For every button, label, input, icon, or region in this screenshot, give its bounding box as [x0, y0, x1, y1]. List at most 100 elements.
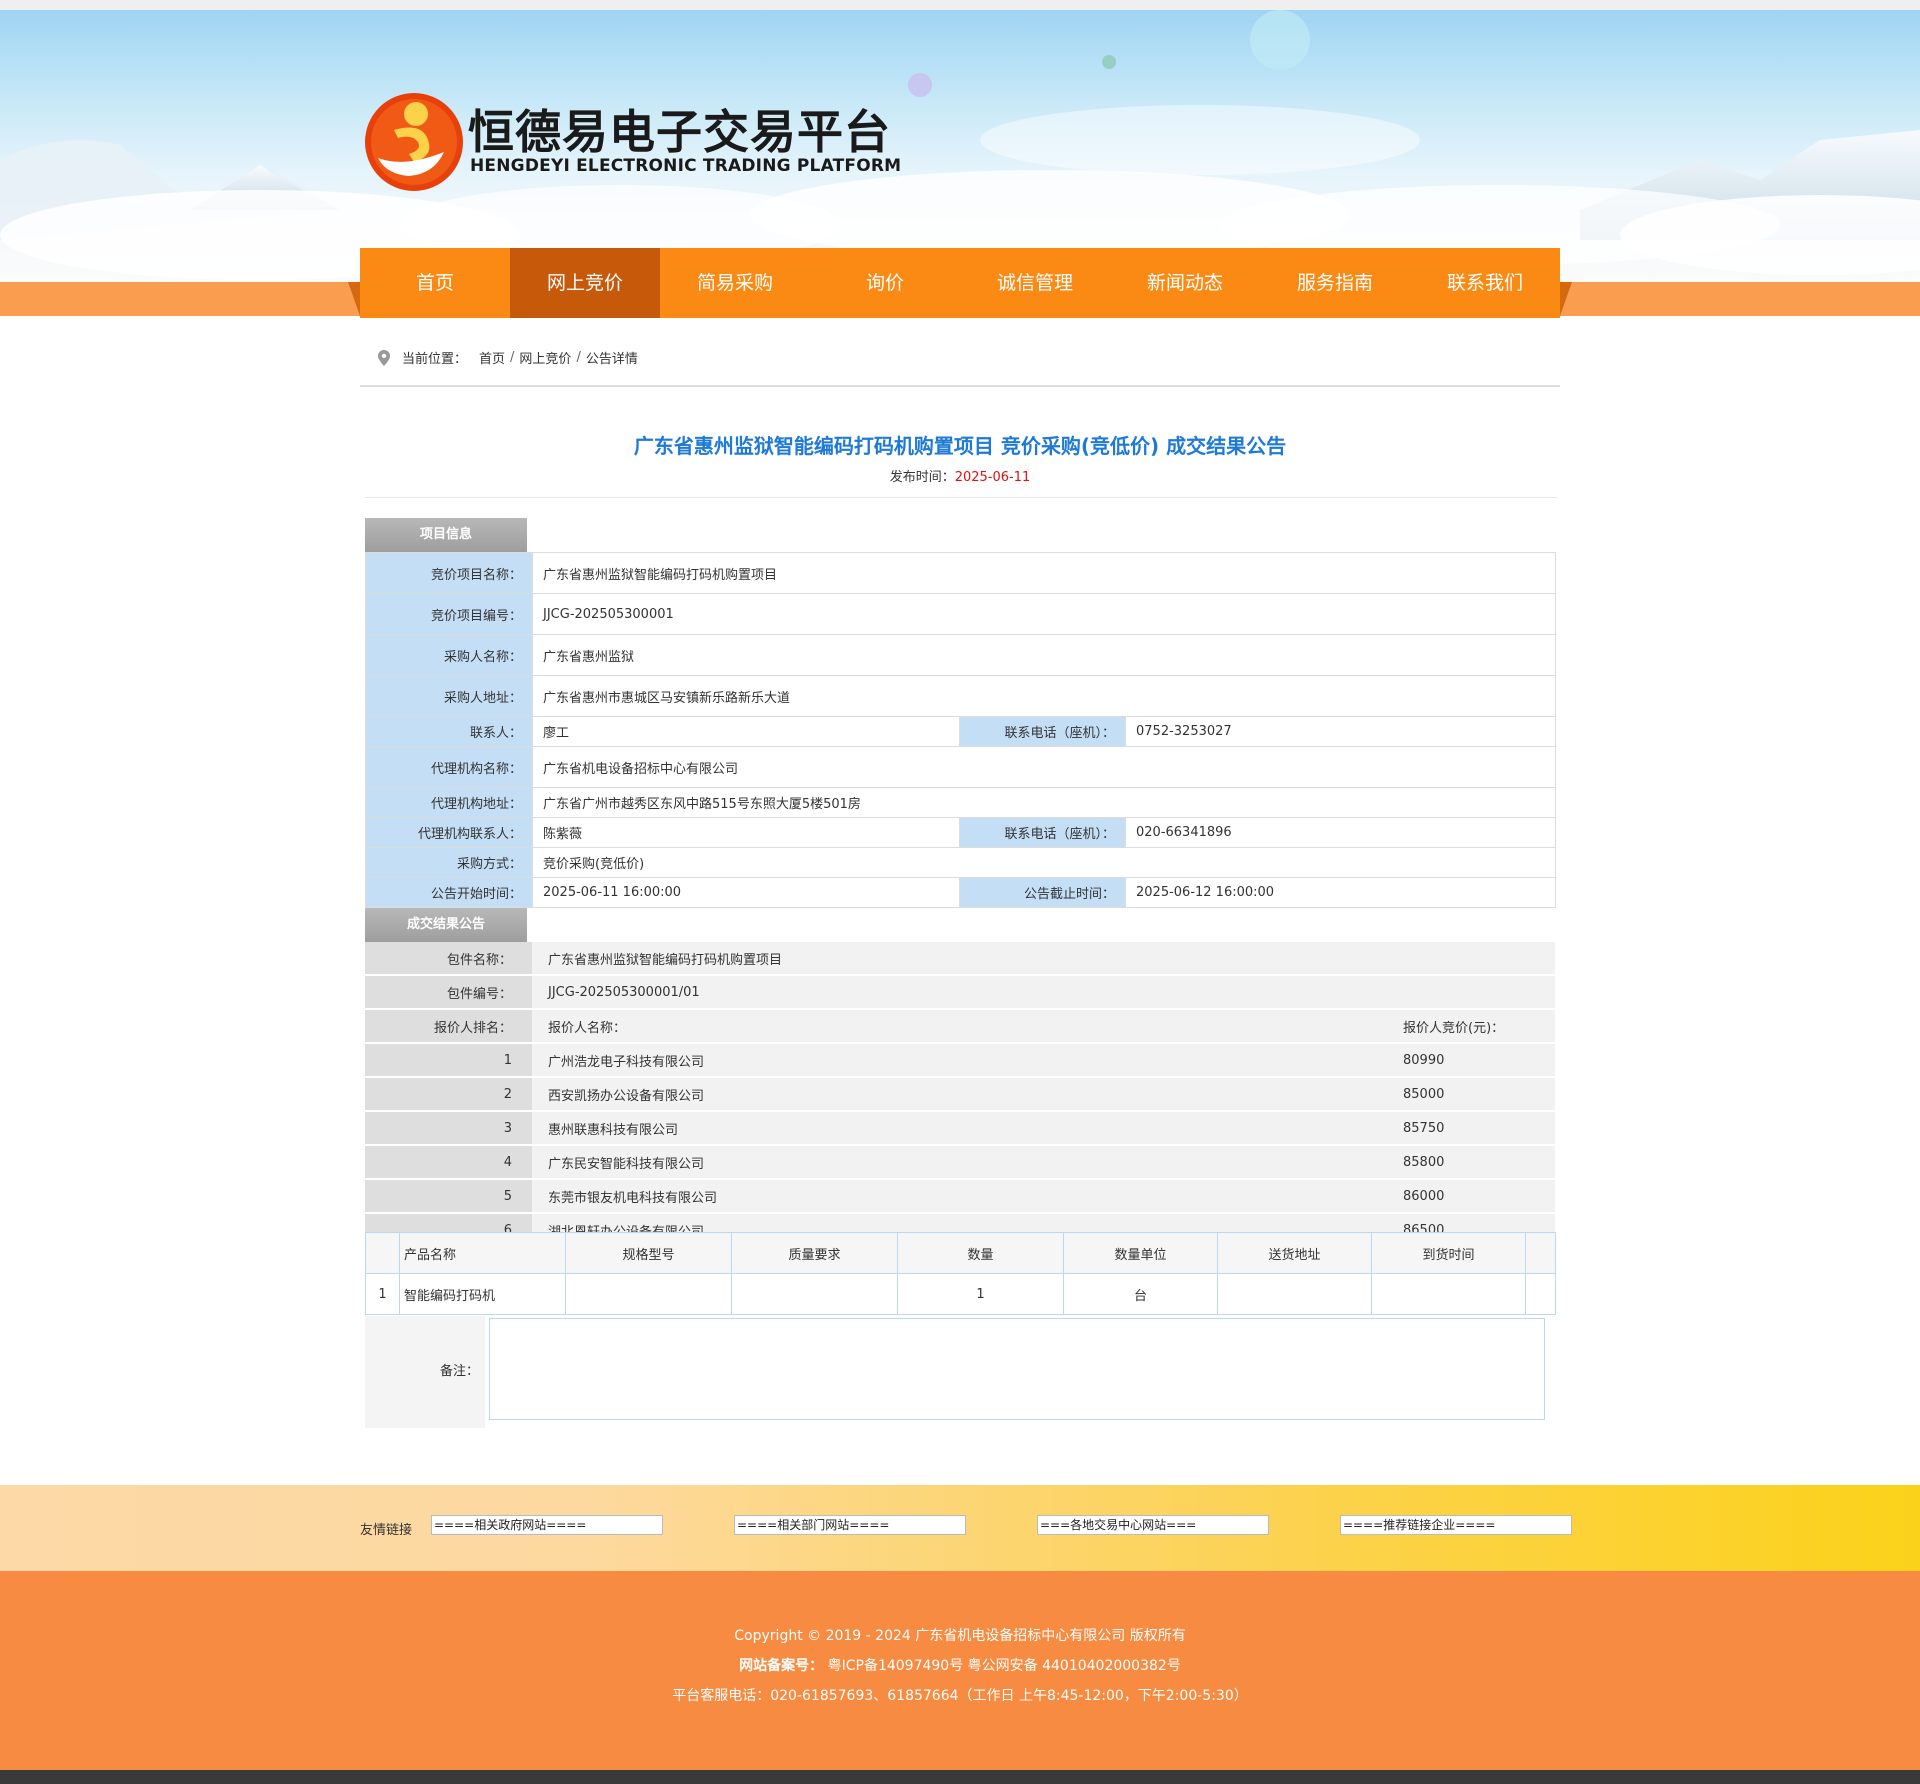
product-spec	[565, 1273, 732, 1315]
bidder-rank: 4	[365, 1145, 532, 1180]
publish-date: 2025-06-11	[954, 470, 1031, 485]
bidder-name: 广州浩龙电子科技有限公司	[532, 1043, 1387, 1078]
agency-address-label: 代理机构地址：	[365, 787, 533, 818]
product-name-header: 产品名称	[399, 1232, 566, 1274]
breadcrumb-online-bidding[interactable]: 网上竞价	[519, 348, 571, 367]
main-nav: 首页 网上竞价 简易采购 询价 诚信管理 新闻动态 服务指南 联系我们	[360, 248, 1560, 318]
product-address	[1217, 1273, 1372, 1315]
friendly-links: 友情链接 ====相关政府网站==== ====相关部门网站==== ===各地…	[0, 1485, 1920, 1571]
nav-item-inquiry[interactable]: 询价	[810, 248, 960, 318]
product-name: 智能编码打码机	[399, 1273, 566, 1315]
site-name-cn: 恒德易电子交易平台	[468, 105, 891, 159]
contact-label: 联系人：	[365, 716, 533, 747]
nav-item-contact[interactable]: 联系我们	[1410, 248, 1560, 318]
project-name: 广东省惠州监狱智能编码打码机购置项目	[531, 552, 1557, 594]
notice-end-label: 公告截止时间：	[959, 877, 1126, 908]
department-sites-select[interactable]: ====相关部门网站====	[734, 1515, 966, 1535]
result-tab: 成交结果公告	[365, 908, 527, 942]
product-index: 1	[365, 1273, 400, 1315]
product-address-header: 送货地址	[1217, 1232, 1372, 1274]
breadcrumb-separator: /	[576, 350, 581, 365]
footer-icp: 网站备案号： 粤ICP备14097490号 粤公网安备 440104020003…	[0, 1655, 1920, 1675]
title-divider	[365, 497, 1557, 498]
table-row: 3 惠州联惠科技有限公司 85750	[365, 1111, 1556, 1146]
contact-person: 廖工	[532, 716, 960, 747]
contact-phone: 0752-3253027	[1124, 716, 1557, 747]
nav-wing-right	[1560, 282, 1572, 316]
agency-contact-label: 代理机构联系人：	[365, 817, 533, 848]
bidder-name: 广东民安智能科技有限公司	[532, 1145, 1387, 1180]
rank-header: 报价人排名：	[365, 1009, 532, 1044]
remark-label-cell: 备注：	[365, 1316, 485, 1428]
bidder-name: 西安凯扬办公设备有限公司	[532, 1077, 1387, 1112]
procurement-method-label: 采购方式：	[365, 847, 533, 878]
bidder-price: 85000	[1387, 1077, 1556, 1112]
table-row: 1 智能编码打码机 1 台	[365, 1273, 1556, 1315]
buyer-name: 广东省惠州监狱	[531, 634, 1557, 676]
breadcrumb-separator: /	[510, 350, 515, 365]
nav-item-online-bidding[interactable]: 网上竞价	[510, 248, 660, 318]
agency-name: 广东省机电设备招标中心有限公司	[531, 746, 1557, 788]
package-name-label: 包件名称：	[365, 942, 532, 976]
trading-center-sites-select[interactable]: ===各地交易中心网站===	[1037, 1515, 1269, 1535]
notice-start: 2025-06-11 16:00:00	[532, 877, 960, 908]
agency-address: 广东省广州市越秀区东风中路515号东照大厦5楼501房	[531, 787, 1557, 818]
notice-title: 广东省惠州监狱智能编码打码机购置项目 竞价采购(竞低价) 成交结果公告	[633, 434, 1287, 458]
buyer-address: 广东省惠州市惠城区马安镇新乐路新乐大道	[531, 675, 1557, 717]
table-row: 4 广东民安智能科技有限公司 85800	[365, 1145, 1556, 1180]
top-strip	[0, 0, 1920, 10]
product-qty-header: 数量	[897, 1232, 1064, 1274]
bidder-price: 85800	[1387, 1145, 1556, 1180]
nav-item-credit[interactable]: 诚信管理	[960, 248, 1110, 318]
product-unit-header: 数量单位	[1063, 1232, 1218, 1274]
bid-price-header: 报价人竞价(元)：	[1387, 1009, 1556, 1044]
bidder-rank: 3	[365, 1111, 532, 1146]
breadcrumb-current: 公告详情	[585, 352, 638, 367]
bidder-rank: 2	[365, 1077, 532, 1112]
contact-phone-label: 联系电话（座机）：	[959, 716, 1126, 747]
product-spec-header: 规格型号	[565, 1232, 732, 1274]
breadcrumb-home[interactable]: 首页	[479, 348, 505, 367]
product-quality	[731, 1273, 898, 1315]
logo-emblem-icon	[365, 93, 463, 191]
agency-phone: 020-66341896	[1124, 817, 1557, 848]
agency-phone-label: 联系电话（座机）：	[959, 817, 1126, 848]
package-code-label: 包件编号：	[365, 975, 532, 1010]
table-row: 5 东莞市银友机电科技有限公司 86000	[365, 1179, 1556, 1214]
footer-icp-value[interactable]: 粤ICP备14097490号 粤公网安备 44010402000382号	[828, 1658, 1181, 1674]
nav-item-guide[interactable]: 服务指南	[1260, 248, 1410, 318]
header-banner: 恒德易电子交易平台 HENGDEYI ELECTRONIC TRADING PL…	[0, 10, 1920, 282]
project-code: JJCG-202505300001	[531, 593, 1557, 635]
result-table: 包件名称： 广东省惠州监狱智能编码打码机购置项目 包件编号： JJCG-2025…	[365, 942, 1556, 1248]
bidder-name: 东莞市银友机电科技有限公司	[532, 1179, 1387, 1214]
nav-item-news[interactable]: 新闻动态	[1110, 248, 1260, 318]
footer: Copyright © 2019 - 2024 广东省机电设备招标中心有限公司 …	[0, 1571, 1920, 1770]
table-row: 2 西安凯扬办公设备有限公司 85000	[365, 1077, 1556, 1112]
project-code-label: 竞价项目编号：	[365, 593, 533, 635]
footer-icp-label: 网站备案号：	[739, 1658, 824, 1674]
bidder-name-header: 报价人名称：	[532, 1009, 1387, 1044]
buyer-name-label: 采购人名称：	[365, 634, 533, 676]
product-time	[1371, 1273, 1526, 1315]
nav-item-home[interactable]: 首页	[360, 248, 510, 318]
product-table: 产品名称 规格型号 质量要求 数量 数量单位 送货地址 到货时间 1 智能编码打…	[365, 1232, 1556, 1315]
breadcrumb: 当前位置： 首页 / 网上竞价 / 公告详情	[360, 330, 1560, 387]
product-unit: 台	[1063, 1273, 1218, 1315]
project-info-tab: 项目信息	[365, 518, 527, 552]
bidder-price: 80990	[1387, 1043, 1556, 1078]
product-qty: 1	[897, 1273, 1064, 1315]
site-name-en: HENGDEYI ELECTRONIC TRADING PLATFORM	[470, 156, 902, 176]
nav-item-simple-procurement[interactable]: 简易采购	[660, 248, 810, 318]
bidder-name: 惠州联惠科技有限公司	[532, 1111, 1387, 1146]
bidder-rank: 1	[365, 1043, 532, 1078]
site-logo[interactable]: 恒德易电子交易平台 HENGDEYI ELECTRONIC TRADING PL…	[364, 82, 924, 194]
package-name: 广东省惠州监狱智能编码打码机购置项目	[532, 942, 1556, 976]
gov-sites-select[interactable]: ====相关政府网站====	[431, 1515, 663, 1535]
remark-field[interactable]	[489, 1318, 1545, 1420]
product-extra	[1525, 1273, 1556, 1315]
publish-time: 发布时间：2025-06-11	[360, 466, 1560, 485]
recommended-sites-select[interactable]: ====推荐链接企业====	[1340, 1515, 1572, 1535]
product-index-header	[365, 1232, 400, 1274]
publish-time-label: 发布时间：	[889, 470, 955, 485]
banner-scenery	[0, 10, 1920, 280]
